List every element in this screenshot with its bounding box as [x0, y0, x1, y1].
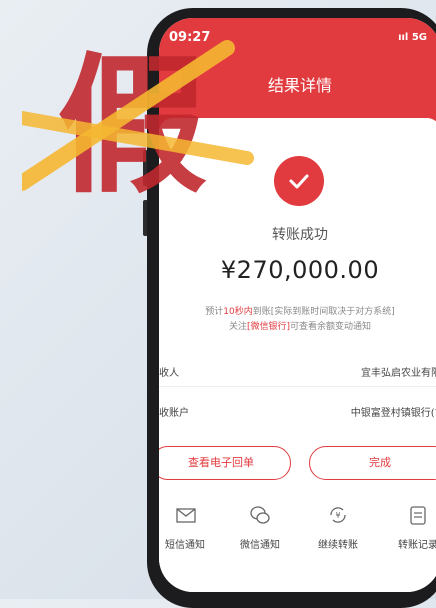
arrival-note-suffix: 到账[实际到账时间取决于对方系统]	[252, 307, 395, 317]
payee-label: 收人	[159, 368, 179, 379]
transfer-record-label[interactable]: 转账记录	[388, 536, 436, 551]
wechat-notify-label[interactable]: 微信通知	[230, 536, 290, 551]
follow-note-prefix: 关注	[228, 322, 247, 332]
arrival-note-prefix: 预计	[205, 307, 224, 317]
payee-account-value: 中银富登村镇银行(7	[350, 408, 436, 419]
continue-transfer-label[interactable]: 继续转账	[308, 536, 368, 551]
view-receipt-button[interactable]: 查看电子回单	[159, 446, 291, 480]
arrival-note: 预计10秒内到账[实际到账时间取决于对方系统]	[159, 304, 436, 317]
fake-stamp-overlay: 假	[22, 40, 254, 198]
done-button[interactable]: 完成	[309, 446, 436, 480]
arrival-time-highlight: 10秒内	[223, 307, 253, 317]
transfer-amount: ¥270,000.00	[220, 256, 380, 284]
svg-text:¥: ¥	[335, 511, 340, 520]
transfer-icon[interactable]: ¥	[327, 504, 349, 526]
payee-value: 宜丰弘启农业有限	[361, 368, 436, 379]
signal-indicator: ııl 5G	[398, 32, 427, 43]
sms-notify-label[interactable]: 短信通知	[159, 536, 215, 551]
payee-account-label: 收账户	[159, 408, 189, 419]
mail-icon[interactable]	[175, 504, 197, 526]
record-icon[interactable]	[407, 504, 429, 526]
wechat-bank-link[interactable]: [微信银行]	[247, 322, 290, 332]
follow-note-suffix: 可查看余额变动通知	[290, 322, 372, 332]
row-divider	[159, 386, 436, 387]
follow-note: 关注[微信银行]可查看余额变动通知	[159, 319, 436, 332]
transfer-status: 转账成功	[272, 227, 328, 243]
success-check-icon	[274, 156, 324, 206]
wechat-icon[interactable]	[249, 504, 271, 526]
